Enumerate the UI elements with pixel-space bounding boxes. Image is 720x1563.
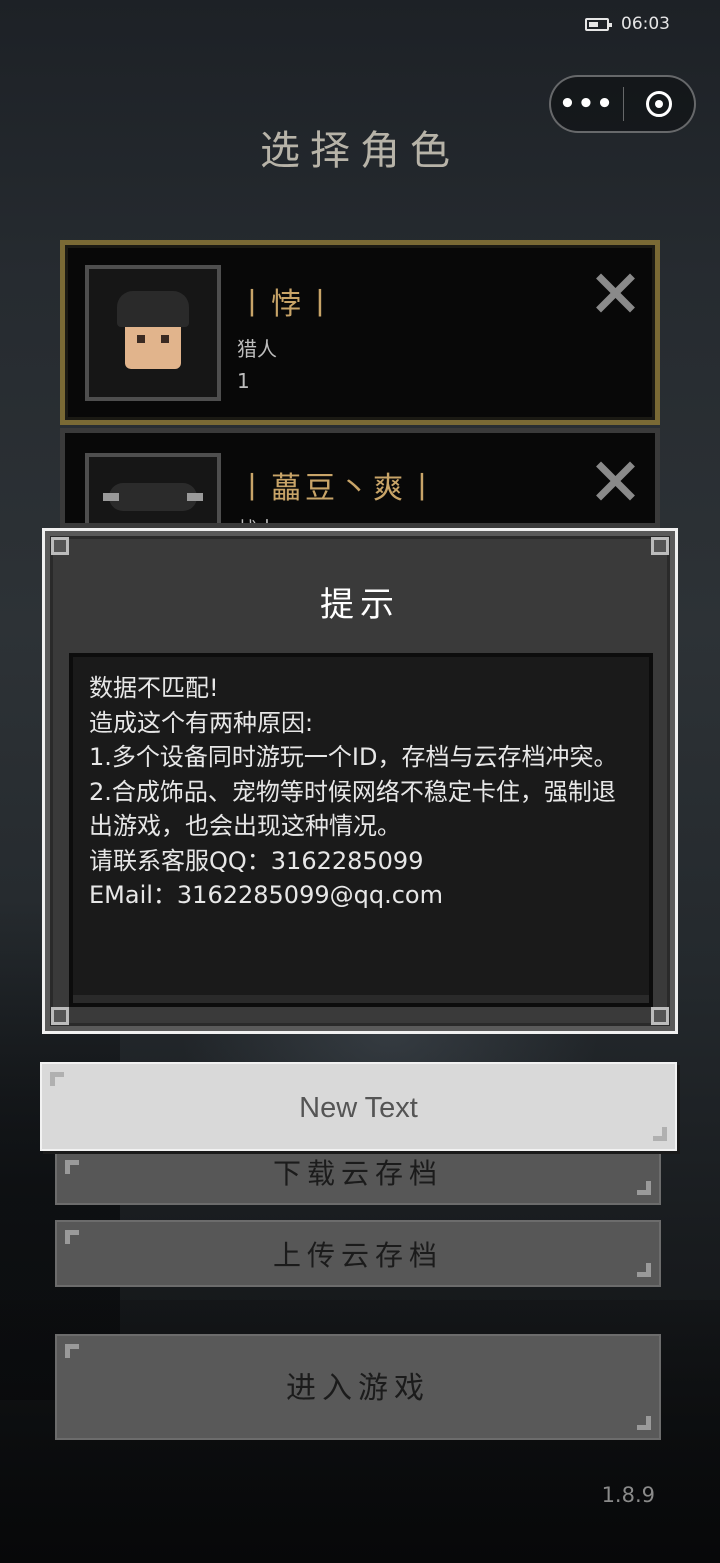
delete-role-icon[interactable] [595, 461, 635, 501]
dialog-line: 1.多个设备同时游玩一个ID，存档与云存档冲突。 [89, 743, 618, 771]
dialog-line: 2.合成饰品、宠物等时候网络不稳定卡住，强制退出游戏，也会出现这种情况。 [89, 777, 616, 841]
page-title: 选择角色 [260, 128, 460, 174]
target-circle-icon [646, 91, 672, 117]
enter-game-button[interactable]: 进入游戏 [55, 1334, 661, 1440]
corner-tick-icon [653, 1127, 667, 1141]
status-bar: 06:03 [585, 14, 670, 34]
corner-ornament-icon [651, 537, 669, 555]
warrior-avatar-icon [103, 483, 203, 511]
role-level: 1 [237, 369, 250, 393]
corner-tick-icon [65, 1230, 79, 1244]
corner-ornament-icon [51, 1007, 69, 1025]
download-cloud-save-button[interactable]: 下载云存档 [55, 1150, 661, 1205]
dialog-line: 数据不匹配! [89, 674, 219, 702]
dialog-line: 造成这个有两种原因: [89, 708, 314, 737]
role-card-selected[interactable]: 丨悖丨 猎人 1 [60, 240, 660, 425]
version-label: 1.8.9 [601, 1483, 655, 1507]
hunter-avatar-icon [117, 291, 189, 375]
corner-tick-icon [637, 1263, 651, 1277]
new-text-button[interactable]: New Text [40, 1062, 677, 1151]
role-name: 丨悖丨 [237, 287, 339, 322]
button-label: 下载云存档 [272, 1157, 443, 1190]
corner-ornament-icon [651, 1007, 669, 1025]
status-time: 06:03 [621, 14, 670, 34]
dialog-message: 数据不匹配! 造成这个有两种原因: 1.多个设备同时游玩一个ID，存档与云存档冲… [69, 653, 653, 1007]
dialog-line: 请联系客服QQ：3162285099 [89, 846, 424, 875]
role-card[interactable]: 丨藟豆丶爽丨 战士 [60, 428, 660, 528]
role-class: 战士 [237, 513, 277, 523]
upload-cloud-save-button[interactable]: 上传云存档 [55, 1220, 661, 1287]
corner-tick-icon [637, 1181, 651, 1195]
button-label: New Text [299, 1092, 418, 1124]
corner-tick-icon [50, 1072, 64, 1086]
button-label: 上传云存档 [272, 1239, 443, 1272]
corner-tick-icon [65, 1160, 79, 1174]
role-class: 猎人 [237, 337, 277, 361]
dialog-title: 提示 [320, 585, 400, 625]
role-portrait [85, 453, 221, 523]
role-name: 丨藟豆丶爽丨 [237, 471, 441, 506]
dialog-line: EMail：3162285099@qq.com [89, 881, 443, 909]
delete-role-icon[interactable] [595, 273, 635, 313]
battery-icon [585, 17, 612, 31]
role-portrait [85, 265, 221, 401]
corner-ornament-icon [51, 537, 69, 555]
corner-tick-icon [65, 1344, 79, 1358]
alert-dialog: 提示 数据不匹配! 造成这个有两种原因: 1.多个设备同时游玩一个ID，存档与云… [42, 528, 678, 1034]
button-label: 进入游戏 [286, 1371, 430, 1406]
corner-tick-icon [637, 1416, 651, 1430]
